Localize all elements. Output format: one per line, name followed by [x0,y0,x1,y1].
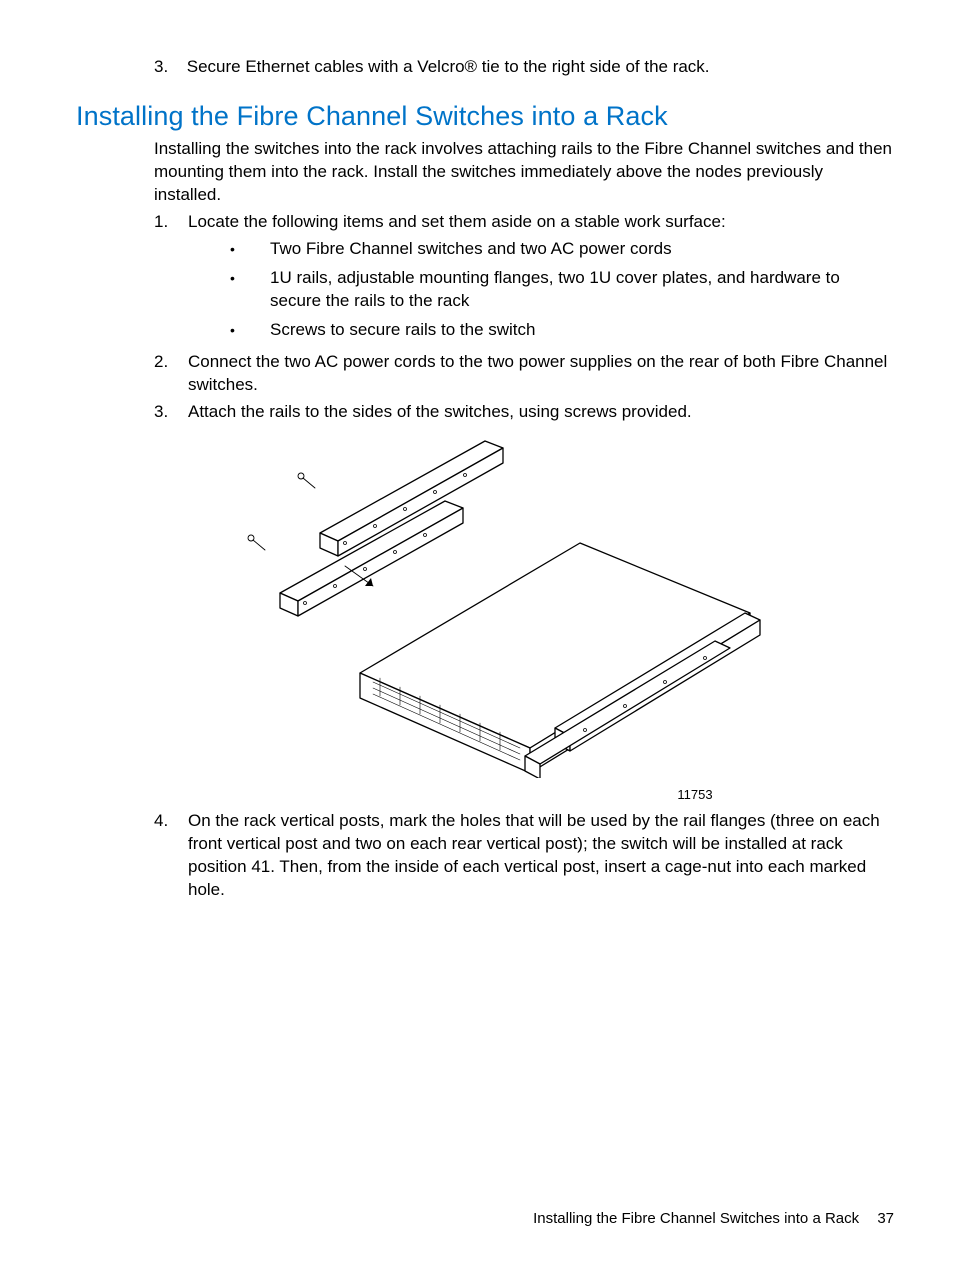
previous-step-continuation: 3. Secure Ethernet cables with a Velcro®… [154,56,894,79]
step-number: 1. [154,211,188,348]
bullet-icon: • [230,267,270,313]
step-3: 3. Attach the rails to the sides of the … [154,401,894,424]
step-text: Connect the two AC power cords to the tw… [188,351,894,397]
figure-rail-assembly: 11753 [76,438,894,802]
switch-rails-diagram-icon [205,438,765,778]
list-item: •Two Fibre Channel switches and two AC p… [230,238,894,261]
step-1-subitems: •Two Fibre Channel switches and two AC p… [230,238,894,342]
bullet-icon: • [230,319,270,342]
install-steps-list: 1. Locate the following items and set th… [154,211,894,425]
step-number: 2. [154,351,188,397]
figure-number: 11753 [496,787,894,802]
sub-text: 1U rails, adjustable mounting flanges, t… [270,267,894,313]
step-text: Attach the rails to the sides of the swi… [188,401,894,424]
section-heading: Installing the Fibre Channel Switches in… [76,101,894,132]
step-4: 4. On the rack vertical posts, mark the … [154,810,894,902]
step-number: 3. [154,401,188,424]
footer-section-title: Installing the Fibre Channel Switches in… [533,1210,859,1227]
step-1: 1. Locate the following items and set th… [154,211,894,348]
page-footer: Installing the Fibre Channel Switches in… [533,1210,894,1227]
list-item: •Screws to secure rails to the switch [230,319,894,342]
step-text: On the rack vertical posts, mark the hol… [188,810,894,902]
step-number: 3. [154,56,182,79]
page-number: 37 [877,1210,894,1227]
step-text: Locate the following items and set them … [188,212,726,231]
intro-paragraph: Installing the switches into the rack in… [154,138,894,207]
list-item: •1U rails, adjustable mounting flanges, … [230,267,894,313]
step-2: 2. Connect the two AC power cords to the… [154,351,894,397]
install-steps-list-cont: 4. On the rack vertical posts, mark the … [154,810,894,902]
bullet-icon: • [230,238,270,261]
sub-text: Two Fibre Channel switches and two AC po… [270,238,894,261]
step-number: 4. [154,810,188,902]
step-text: Secure Ethernet cables with a Velcro® ti… [187,57,710,76]
sub-text: Screws to secure rails to the switch [270,319,894,342]
